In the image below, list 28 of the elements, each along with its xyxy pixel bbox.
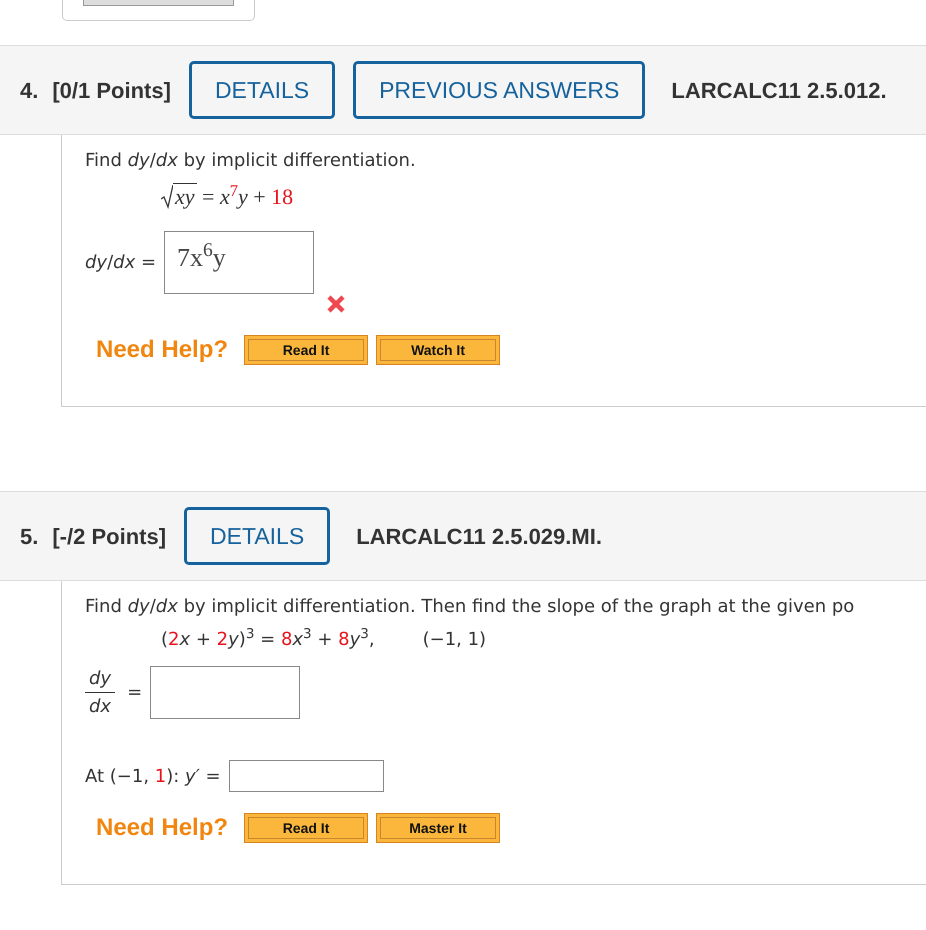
question-button[interactable]: PREVIOUS ANSWERS (353, 61, 646, 119)
question-prompt: Find dy/dx by implicit differentiation. (85, 149, 417, 173)
answer-label: dy/dx = (85, 251, 156, 275)
help-label: Need Help? (96, 335, 228, 365)
equation: (2x + 2y)$^{3}$ = 8x$^{3}$ + 8y$^{3}$, (161, 626, 375, 652)
question-number: 5. (20, 522, 38, 550)
help-button[interactable]: Read It (244, 335, 368, 365)
help-button[interactable]: Watch It (376, 335, 500, 365)
help-button[interactable]: Master It (376, 813, 500, 843)
equation: xy = x$^{7}$y + 18 (161, 180, 294, 213)
question-button[interactable]: DETAILS (188, 61, 336, 119)
answer-field[interactable] (228, 760, 384, 792)
question-number: 4. (20, 76, 38, 104)
points-label: [-/2 Points] (52, 522, 166, 551)
fraction-label: dy dx (85, 665, 116, 720)
question-code: LARCALC11 2.5.012. (671, 76, 887, 104)
help-button[interactable]: Read It (244, 813, 368, 843)
points-label: [0/1 Points] (52, 76, 171, 105)
answer-field[interactable]: 7x$^{6}$y (164, 231, 314, 294)
question-code: LARCALC11 2.5.029.MI. (356, 522, 602, 550)
radical-sign-icon (161, 185, 173, 209)
point-label: (−1, 1) (422, 628, 486, 652)
equals-sign: = (127, 681, 142, 705)
answer-field[interactable] (150, 666, 300, 719)
question-button[interactable]: DETAILS (184, 507, 330, 565)
help-label: Need Help? (96, 813, 228, 843)
answer-label: At (−1, 1): y′ = (85, 764, 221, 788)
question-prompt: Find dy/dx by implicit differentiation. Then find the slope of the graph at the given po (85, 595, 856, 619)
